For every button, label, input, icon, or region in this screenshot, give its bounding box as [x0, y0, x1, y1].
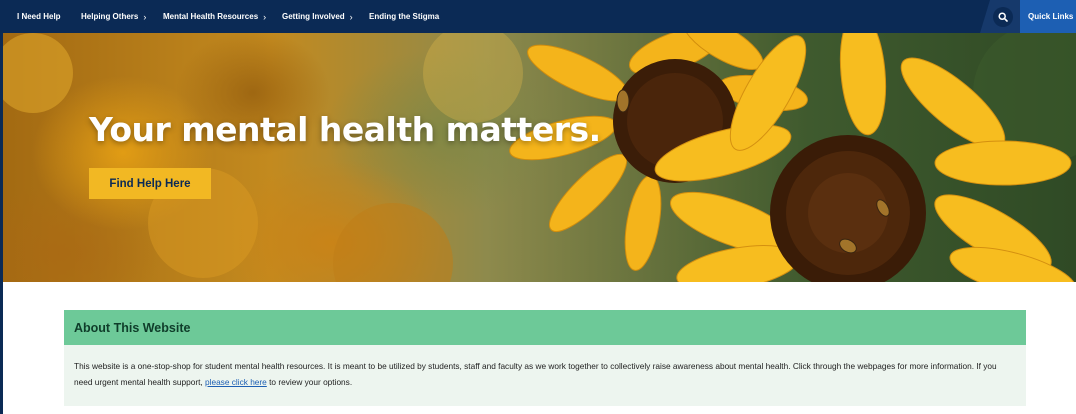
quick-links-button[interactable]: Quick Links ‹ — [1020, 0, 1076, 33]
find-help-button[interactable]: Find Help Here — [89, 168, 211, 199]
nav-item-label: Ending the Stigma — [369, 12, 440, 21]
nav-item-helping-others[interactable]: Helping Others › — [81, 12, 146, 22]
search-area — [980, 0, 1020, 33]
nav-item-i-need-help[interactable]: I Need Help — [17, 12, 61, 21]
search-button[interactable] — [993, 6, 1013, 27]
hero-title: Your mental health matters. — [89, 110, 601, 149]
about-panel: About This Website This website is a one… — [64, 310, 1026, 406]
nav-item-label: I Need Help — [17, 12, 61, 21]
nav-item-label: Getting Involved — [282, 12, 345, 21]
search-icon — [998, 11, 1008, 22]
nav-item-label: Helping Others — [81, 12, 139, 21]
chevron-right-icon: › — [349, 11, 353, 22]
about-panel-body: This website is a one-stop-shop for stud… — [64, 345, 1026, 390]
chevron-right-icon: › — [143, 11, 147, 22]
hero-banner: Your mental health matters. Find Help He… — [3, 33, 1076, 282]
about-panel-header: About This Website — [64, 310, 1026, 345]
nav-item-mental-health-resources[interactable]: Mental Health Resources › — [163, 12, 266, 22]
sunflower-hero-image — [3, 33, 1076, 282]
nav-item-getting-involved[interactable]: Getting Involved › — [282, 12, 353, 22]
chevron-right-icon: › — [263, 11, 267, 22]
quick-links-label: Quick Links — [1028, 12, 1074, 21]
top-navigation: I Need Help Helping Others › Mental Heal… — [0, 0, 1076, 33]
urgent-support-link[interactable]: please click here — [205, 377, 267, 387]
window-frame-edge — [0, 0, 3, 414]
nav-item-ending-the-stigma[interactable]: Ending the Stigma — [369, 12, 439, 21]
about-body-text-end: to review your options. — [266, 377, 353, 387]
nav-item-label: Mental Health Resources — [163, 12, 259, 21]
about-panel-title: About This Website — [74, 320, 191, 335]
nav-utility-area: Quick Links ‹ — [980, 0, 1076, 33]
